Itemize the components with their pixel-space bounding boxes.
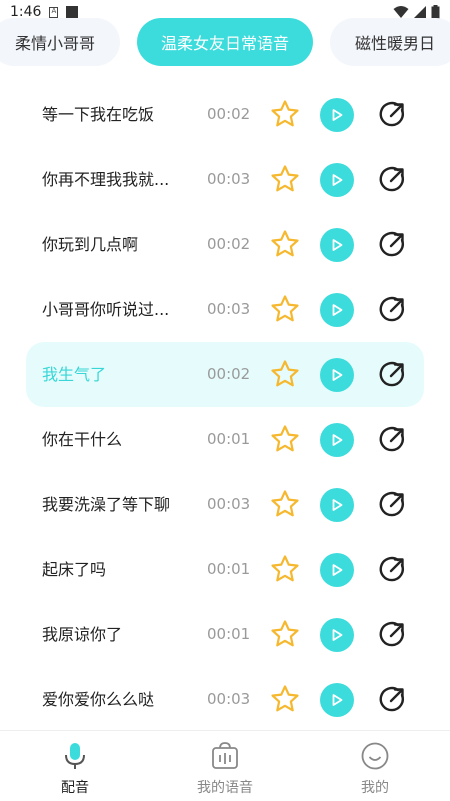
play-icon[interactable]	[320, 358, 354, 392]
microphone-icon	[65, 743, 85, 769]
play-icon[interactable]	[320, 553, 354, 587]
voice-duration: 00:01	[207, 560, 251, 578]
share-icon[interactable]	[378, 556, 406, 584]
list-item[interactable]: 我生气了 00:02	[0, 342, 450, 407]
voice-duration: 00:03	[207, 300, 251, 318]
share-icon[interactable]	[378, 231, 406, 259]
voice-duration: 00:02	[207, 105, 251, 123]
tab-girlfriend-daily[interactable]: 温柔女友日常语音	[137, 18, 313, 66]
share-icon[interactable]	[378, 361, 406, 389]
signal-icon	[414, 6, 426, 18]
voice-title: 我要洗澡了等下聊	[42, 495, 171, 514]
list-item[interactable]: 你玩到几点啊 00:02	[0, 212, 450, 277]
list-item[interactable]: 起床了吗 00:01	[0, 537, 450, 602]
play-icon[interactable]	[320, 423, 354, 457]
play-icon[interactable]	[320, 163, 354, 197]
voice-duration: 00:03	[207, 170, 251, 188]
voice-title: 你在干什么	[42, 430, 123, 449]
star-icon[interactable]	[270, 554, 300, 584]
voice-duration: 00:03	[207, 495, 251, 513]
share-icon[interactable]	[378, 101, 406, 129]
star-icon[interactable]	[270, 359, 300, 389]
voice-title: 等一下我在吃饭	[42, 105, 155, 124]
list-item[interactable]: 我原谅你了 00:01	[0, 602, 450, 667]
list-item[interactable]: 你再不理我我就... 00:03	[0, 147, 450, 212]
list-item[interactable]: 等一下我在吃饭 00:02	[0, 82, 450, 147]
smiley-icon	[361, 742, 389, 770]
nav-my-voice-label: 我的语音	[197, 780, 253, 796]
wifi-icon	[393, 6, 409, 18]
share-icon[interactable]	[378, 491, 406, 519]
share-icon[interactable]	[378, 426, 406, 454]
star-icon[interactable]	[270, 619, 300, 649]
voice-duration: 00:03	[207, 690, 251, 708]
voice-title: 你再不理我我就...	[42, 170, 170, 189]
play-icon[interactable]	[320, 228, 354, 262]
star-icon[interactable]	[270, 684, 300, 714]
voice-title: 你玩到几点啊	[42, 235, 139, 254]
nav-my-voice[interactable]: 我的语音	[150, 731, 300, 801]
tab-rouqing[interactable]: 柔情小哥哥	[0, 18, 120, 66]
voice-duration: 00:01	[207, 625, 251, 643]
bottom-nav: 配音 我的语音 我的	[0, 730, 450, 800]
share-icon[interactable]	[378, 621, 406, 649]
nav-dubbing[interactable]: 配音	[0, 731, 150, 801]
star-icon[interactable]	[270, 229, 300, 259]
voice-title: 起床了吗	[42, 560, 107, 579]
list-item[interactable]: 你在干什么 00:01	[0, 407, 450, 472]
play-icon[interactable]	[320, 293, 354, 327]
voice-list: 等一下我在吃饭 00:02 你再不理我我就... 00:03 你玩到几点啊 00:02 小哥…	[0, 82, 450, 732]
star-icon[interactable]	[270, 489, 300, 519]
list-item[interactable]: 小哥哥你听说过... 00:03	[0, 277, 450, 342]
star-icon[interactable]	[270, 424, 300, 454]
notification-icon	[66, 6, 79, 18]
voice-title: 小哥哥你听说过...	[42, 300, 170, 319]
category-tabs: 柔情小哥哥 温柔女友日常语音 磁性暖男日	[0, 18, 450, 68]
share-icon[interactable]	[378, 296, 406, 324]
share-icon[interactable]	[378, 166, 406, 194]
voice-bag-icon	[212, 742, 238, 769]
star-icon[interactable]	[270, 294, 300, 324]
voice-title: 爱你爱你么么哒	[42, 690, 155, 709]
share-icon[interactable]	[378, 686, 406, 714]
star-icon[interactable]	[270, 99, 300, 129]
voice-title: 我原谅你了	[42, 625, 123, 644]
play-icon[interactable]	[320, 488, 354, 522]
nav-dubbing-label: 配音	[61, 780, 89, 796]
list-item[interactable]: 爱你爱你么么哒 00:03	[0, 667, 450, 732]
star-icon[interactable]	[270, 164, 300, 194]
nav-me[interactable]: 我的	[300, 731, 450, 801]
voice-duration: 00:02	[207, 365, 251, 383]
list-item[interactable]: 我要洗澡了等下聊 00:03	[0, 472, 450, 537]
play-icon[interactable]	[320, 618, 354, 652]
nav-me-label: 我的	[361, 780, 389, 796]
play-icon[interactable]	[320, 683, 354, 717]
tab-magnetic[interactable]: 磁性暖男日	[330, 18, 450, 66]
play-icon[interactable]	[320, 98, 354, 132]
voice-duration: 00:01	[207, 430, 251, 448]
sim-card-icon	[49, 6, 59, 18]
voice-duration: 00:02	[207, 235, 251, 253]
voice-title: 我生气了	[42, 365, 107, 384]
